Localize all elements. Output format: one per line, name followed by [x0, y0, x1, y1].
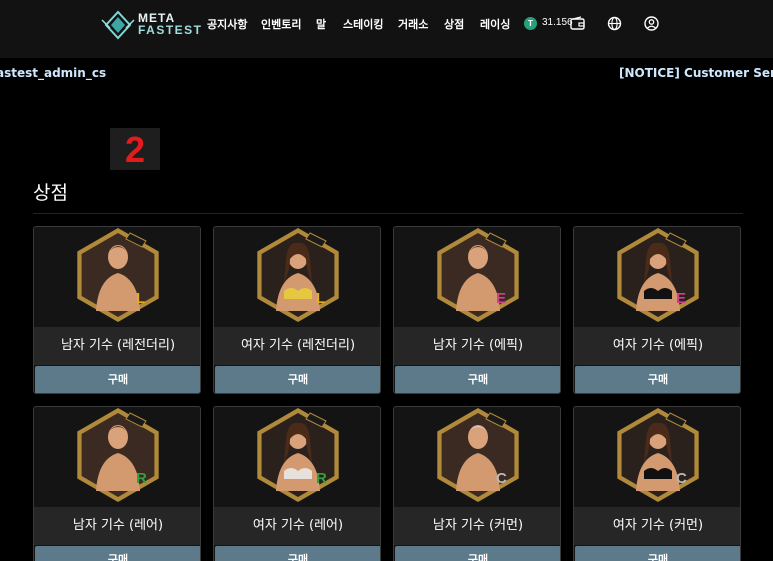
- buy-button[interactable]: 구매: [215, 366, 380, 393]
- tether-token-icon: T: [524, 17, 537, 30]
- product-card[interactable]: R 남자 기수 (레어) 구매: [33, 406, 201, 561]
- grade-letter: R: [316, 470, 327, 487]
- buy-button[interactable]: 구매: [575, 366, 740, 393]
- jockey-hexagon-frame: R: [77, 408, 159, 502]
- notice-ticker: astest_admin_cs [NOTICE] Customer Servic…: [0, 64, 773, 82]
- wallet-icon[interactable]: [569, 15, 586, 32]
- jockey-portrait: E: [394, 227, 560, 327]
- buy-button[interactable]: 구매: [35, 546, 200, 561]
- product-name: 남자 기수 (커먼): [394, 507, 560, 545]
- logo-line2: FASTEST: [138, 23, 203, 37]
- nav-inventory[interactable]: 인벤토리: [261, 16, 301, 32]
- nav-notice[interactable]: 공지사항: [207, 16, 247, 32]
- product-name: 여자 기수 (레전더리): [214, 327, 380, 365]
- jockey-portrait: L: [34, 227, 200, 327]
- buy-button[interactable]: 구매: [215, 546, 380, 561]
- title-divider: [33, 213, 743, 214]
- jockey-portrait: C: [574, 407, 740, 507]
- jockey-hexagon-frame: C: [437, 408, 519, 502]
- ticker-user-text: astest_admin_cs: [0, 66, 107, 80]
- grade-letter: E: [676, 290, 686, 307]
- jockey-hexagon-frame: L: [77, 228, 159, 322]
- grade-letter: L: [316, 290, 325, 307]
- jockey-portrait: L: [214, 227, 380, 327]
- buy-button[interactable]: 구매: [575, 546, 740, 561]
- top-navigation-bar: META FASTEST 공지사항 인벤토리 말 스테이킹 거래소 상점 레이싱…: [0, 0, 773, 58]
- jockey-portrait: R: [214, 407, 380, 507]
- buy-button[interactable]: 구매: [395, 366, 560, 393]
- meta-fastest-logo[interactable]: META FASTEST: [100, 8, 203, 42]
- product-name: 남자 기수 (에픽): [394, 327, 560, 365]
- overlay-annotation-number: 2: [125, 129, 146, 170]
- product-name: 여자 기수 (레어): [214, 507, 380, 545]
- product-name: 남자 기수 (레전더리): [34, 327, 200, 365]
- jockey-hexagon-frame: C: [617, 408, 699, 502]
- jockey-portrait: C: [394, 407, 560, 507]
- jockey-hexagon-frame: L: [257, 228, 339, 322]
- product-card[interactable]: L 여자 기수 (레전더리) 구매: [213, 226, 381, 394]
- product-name: 여자 기수 (커먼): [574, 507, 740, 545]
- product-card[interactable]: C 여자 기수 (커먼) 구매: [573, 406, 741, 561]
- user-icon[interactable]: [643, 15, 660, 32]
- logo-emblem-icon: [101, 10, 135, 40]
- jockey-hexagon-frame: E: [437, 228, 519, 322]
- jockey-portrait: R: [34, 407, 200, 507]
- wallet-balance: 31.156: [542, 17, 573, 28]
- grade-letter: L: [136, 290, 145, 307]
- grade-letter: C: [676, 470, 687, 487]
- product-card[interactable]: C 남자 기수 (커먼) 구매: [393, 406, 561, 561]
- ticker-notice-text[interactable]: [NOTICE] Customer Service: [619, 66, 773, 80]
- product-card[interactable]: E 여자 기수 (에픽) 구매: [573, 226, 741, 394]
- globe-icon[interactable]: [606, 15, 623, 32]
- buy-button[interactable]: 구매: [395, 546, 560, 561]
- product-card[interactable]: L 남자 기수 (레전더리) 구매: [33, 226, 201, 394]
- grade-letter: C: [496, 470, 507, 487]
- jockey-portrait: E: [574, 227, 740, 327]
- page-title: 상점: [33, 182, 68, 204]
- jockey-hexagon-frame: R: [257, 408, 339, 502]
- nav-exchange[interactable]: 거래소: [398, 16, 428, 32]
- product-name: 남자 기수 (레어): [34, 507, 200, 545]
- grade-letter: R: [136, 470, 147, 487]
- nav-horse[interactable]: 말: [316, 16, 326, 32]
- product-name: 여자 기수 (에픽): [574, 327, 740, 365]
- grade-letter: E: [496, 290, 506, 307]
- jockey-hexagon-frame: E: [617, 228, 699, 322]
- nav-shop[interactable]: 상점: [444, 16, 464, 32]
- nav-racing[interactable]: 레이싱: [480, 16, 510, 32]
- buy-button[interactable]: 구매: [35, 366, 200, 393]
- product-card[interactable]: R 여자 기수 (레어) 구매: [213, 406, 381, 561]
- product-card[interactable]: E 남자 기수 (에픽) 구매: [393, 226, 561, 394]
- nav-staking[interactable]: 스테이킹: [343, 16, 383, 32]
